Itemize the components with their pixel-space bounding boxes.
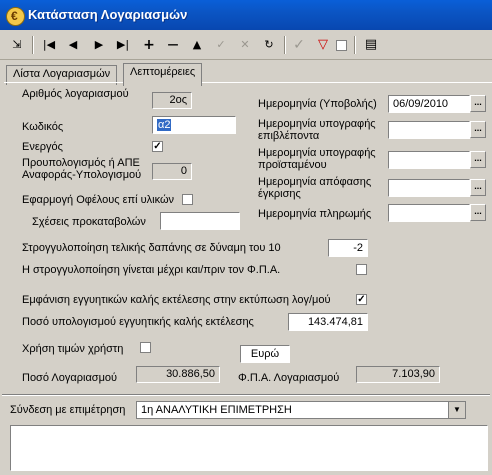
next-record-icon[interactable]: ▶ [90,37,108,53]
app-icon-glyph: € [11,9,18,23]
first-record-icon[interactable]: |◀ [40,37,58,53]
exit-icon[interactable]: ⇲ [8,37,26,53]
account-number-label: Αριθμός λογαριασμού [22,88,129,100]
currency-field[interactable]: Ευρώ [240,345,290,363]
supervisor-sign-date-label: Ημερομηνία υπογραφής επιβλέποντα [258,118,376,142]
approval-date-picker-button[interactable]: ... [470,179,486,196]
code-value: α2 [157,119,172,131]
materials-benefit-label: Εφαρμογή Οφέλους επί υλικών [22,194,175,206]
vat-amount-label: Φ.Π.Α. Λογαριασμού [238,372,340,384]
toolbar-checkbox[interactable] [336,40,347,51]
filter-icon[interactable]: ▽ [314,37,332,53]
submission-date-picker-button[interactable]: ... [470,95,486,112]
print-icon[interactable]: ▤ [362,37,380,53]
budget-value: 0 [152,163,192,180]
approve-icon[interactable]: ✓ [290,37,308,53]
insert-icon[interactable]: + [140,37,158,53]
refresh-icon[interactable]: ↻ [260,37,278,53]
measurement-link-select[interactable]: 1η ΑΝΑΛΥΤΙΚΗ ΕΠΙΜΕΤΡΗΣΗ ▼ [136,401,466,419]
edit-icon[interactable]: ▲ [188,37,206,53]
guarantee-amount-field[interactable]: 143.474,81 [288,313,368,331]
guarantee-amount-label: Ποσό υπολογισμού εγγυητικής καλής εκτέλε… [22,316,254,328]
vat-amount-value: 7.103,90 [356,366,440,383]
code-label: Κωδικός [22,121,64,133]
prior-record-icon[interactable]: ◀ [64,37,82,53]
tab-details[interactable]: Λεπτομέρειες [123,63,203,86]
account-amount-value: 30.886,50 [136,366,220,383]
toolbar-separator [284,36,286,54]
submission-date-field[interactable]: 06/09/2010 [388,95,470,113]
toolbar-separator [354,36,356,54]
rounding-before-vat-checkbox[interactable] [356,264,367,275]
materials-benefit-checkbox[interactable] [182,194,193,205]
delete-icon[interactable]: — [164,37,182,53]
rounding-field[interactable]: -2 [328,239,368,257]
supervisor-sign-date-picker-button[interactable]: ... [470,121,486,138]
payment-date-picker-button[interactable]: ... [470,204,486,221]
tab-strip: Λίστα Λογαριασμών Λεπτομέρειες [0,62,492,86]
last-record-icon[interactable]: ▶| [114,37,132,53]
approval-date-field[interactable] [388,179,470,197]
account-amount-label: Ποσό Λογαριασμού [22,372,118,384]
head-sign-date-picker-button[interactable]: ... [470,151,486,168]
supervisor-sign-date-field[interactable] [388,121,470,139]
advance-relations-field[interactable] [160,212,240,230]
chevron-down-icon[interactable]: ▼ [448,402,465,418]
tab-panel-border [4,82,492,83]
rounding-label: Στρογγυλοποίηση τελικής δαπάνης σε δύναμ… [22,242,281,254]
cancel-icon[interactable]: ✕ [236,37,254,53]
payment-date-label: Ημερομηνία πληρωμής [258,208,372,220]
head-sign-date-label: Ημερομηνία υπογραφής προϊσταμένου [258,147,376,171]
window-title: Κατάσταση Λογαριασμών [28,7,188,22]
measurement-link-value: 1η ΑΝΑΛΥΤΙΚΗ ΕΠΙΜΕΤΡΗΣΗ [141,404,292,416]
approval-date-label: Ημερομηνία απόφασης έγκρισης [258,176,372,200]
notes-memo[interactable] [10,425,488,471]
show-guarantees-label: Εμφάνιση εγγυητικών καλής εκτέλεσης στην… [22,294,331,306]
submission-date-label: Ημερομηνία (Υποβολής) [258,98,377,110]
toolbar: ⇲ |◀ ◀ ▶ ▶| + — ▲ ✓ ✕ ↻ ✓ ▽ ▤ [0,31,492,60]
advance-relations-label: Σχέσεις προκαταβολών [32,216,146,228]
app-icon: € [6,7,25,26]
user-prices-label: Χρήση τιμών χρήστη [22,343,124,355]
active-checkbox[interactable]: ✓ [152,141,163,152]
rounding-before-vat-label: Η στρογγυλοποίηση γίνεται μέχρι και/πριν… [22,264,281,276]
title-bar: € Κατάσταση Λογαριασμών [0,0,492,30]
active-label: Ενεργός [22,141,63,153]
toolbar-separator [32,36,34,54]
show-guarantees-checkbox[interactable]: ✓ [356,294,367,305]
user-prices-checkbox[interactable] [140,342,151,353]
code-field[interactable]: α2 [152,116,236,134]
section-divider [2,394,490,396]
payment-date-field[interactable] [388,204,470,222]
post-icon[interactable]: ✓ [212,37,230,53]
budget-label: Προυπολογισμός ή ΑΠΕ Αναφοράς-Υπολογισμο… [22,157,142,181]
head-sign-date-field[interactable] [388,151,470,169]
measurement-link-label: Σύνδεση με επιμέτρηση [10,404,126,416]
account-number-value: 2ος [152,92,192,109]
